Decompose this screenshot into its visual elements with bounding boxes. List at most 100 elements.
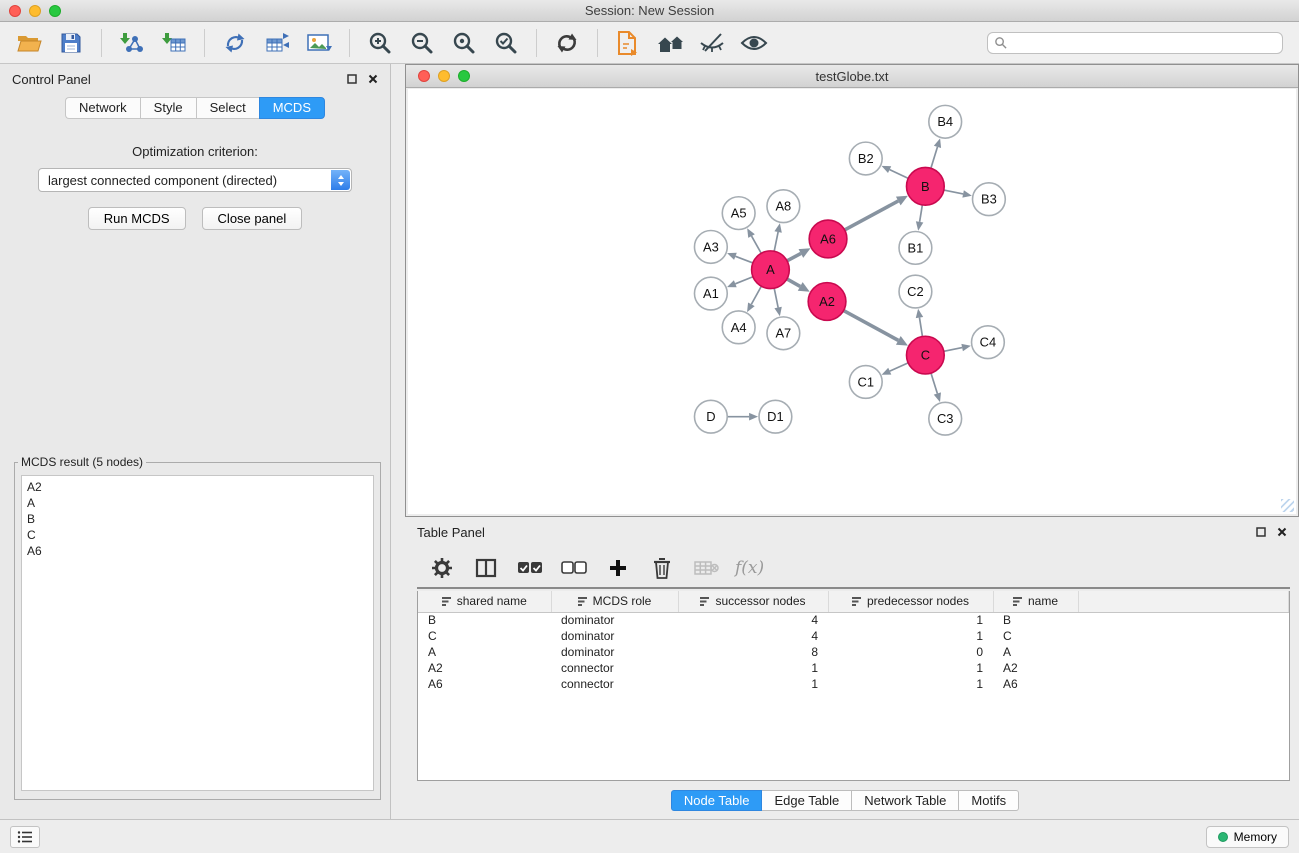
graph-node-label: C1 — [858, 374, 874, 389]
graph-edge-C-C4[interactable] — [944, 348, 962, 352]
table-row[interactable]: A6connector11A6 — [418, 676, 1289, 692]
tab-network-table[interactable]: Network Table — [852, 790, 959, 811]
search-input[interactable] — [1011, 36, 1276, 50]
home-button[interactable] — [649, 26, 691, 60]
zoom-out-button[interactable] — [401, 26, 443, 60]
graph-edge-A-A1[interactable] — [735, 277, 753, 284]
task-history-button[interactable] — [10, 826, 40, 848]
zoom-fit-button[interactable] — [485, 26, 527, 60]
column-header-MCDS-role[interactable]: MCDS role — [551, 591, 678, 612]
result-item[interactable]: C — [27, 527, 368, 543]
graph-edge-A-A2[interactable] — [787, 279, 800, 286]
mcds-result-list[interactable]: A2ABCA6 — [21, 475, 374, 791]
graph-edge-A-A4[interactable] — [751, 286, 761, 304]
function-builder-button[interactable]: f(x) — [735, 558, 764, 578]
save-session-button[interactable] — [50, 26, 92, 60]
tab-edge-table[interactable]: Edge Table — [762, 790, 852, 811]
criterion-value: largest connected component (directed) — [48, 173, 277, 188]
result-item[interactable]: A6 — [27, 543, 368, 559]
column-header-name[interactable]: name — [993, 591, 1078, 612]
tab-mcds[interactable]: MCDS — [259, 97, 325, 119]
export-network-file-button[interactable] — [607, 26, 649, 60]
tab-select[interactable]: Select — [196, 97, 259, 119]
graph-edge-B-B1[interactable] — [920, 205, 923, 222]
float-panel-icon[interactable] — [347, 74, 357, 84]
graph-edge-B-B4[interactable] — [931, 147, 938, 168]
table-row[interactable]: Bdominator41B — [418, 612, 1289, 628]
column-header-shared-name[interactable]: shared name — [418, 591, 551, 612]
result-item[interactable]: B — [27, 511, 368, 527]
network-canvas[interactable]: AA2A6BCA1A3A4A5A7A8B1B2B3B4C1C2C3C4DD1 — [408, 89, 1296, 514]
refresh-layout-button[interactable] — [546, 26, 588, 60]
table-row[interactable]: A2connector11A2 — [418, 660, 1289, 676]
resize-grip[interactable] — [1281, 499, 1294, 512]
graph-edge-A-A8[interactable] — [774, 232, 778, 251]
minimize-window-button[interactable] — [29, 5, 41, 17]
close-panel-icon[interactable] — [368, 74, 378, 84]
table-row[interactable]: Adominator80A — [418, 644, 1289, 660]
tab-style[interactable]: Style — [140, 97, 196, 119]
result-item[interactable]: A — [27, 495, 368, 511]
criterion-dropdown[interactable]: largest connected component (directed) — [38, 168, 352, 192]
tab-motifs[interactable]: Motifs — [959, 790, 1019, 811]
network-arrows-button[interactable] — [214, 26, 256, 60]
run-mcds-button[interactable]: Run MCDS — [88, 207, 186, 230]
memory-button[interactable]: Memory — [1206, 826, 1289, 848]
search-box[interactable] — [987, 32, 1283, 54]
table-row[interactable]: Cdominator41C — [418, 628, 1289, 644]
show-columns-button[interactable] — [471, 553, 501, 583]
graph-edge-C-C1[interactable] — [890, 363, 908, 371]
column-header-successor-nodes[interactable]: successor nodes — [678, 591, 828, 612]
graph-edge-A2-C[interactable] — [844, 311, 899, 341]
tab-network[interactable]: Network — [65, 97, 140, 119]
graph-node-label: A2 — [819, 294, 835, 309]
grid-disabled-button — [691, 553, 721, 583]
hide-panels-button[interactable] — [691, 26, 733, 60]
graph-edge-A-A3[interactable] — [735, 256, 752, 263]
graph-edge-C-C2[interactable] — [919, 318, 922, 337]
close-table-panel-icon[interactable] — [1277, 527, 1287, 537]
deselect-all-button[interactable] — [559, 553, 589, 583]
table-panel-header: Table Panel — [391, 517, 1299, 547]
select-all-button[interactable] — [515, 553, 545, 583]
network-window-controls — [418, 70, 470, 82]
close-window-button[interactable] — [9, 5, 21, 17]
tab-node-table[interactable]: Node Table — [671, 790, 763, 811]
import-table-button[interactable] — [153, 26, 195, 60]
zoom-window-button[interactable] — [49, 5, 61, 17]
table-arrows-button[interactable] — [256, 26, 298, 60]
graph-edge-A6-B[interactable] — [845, 201, 899, 230]
mcds-result-group: MCDS result (5 nodes) A2ABCA6 — [14, 455, 381, 800]
import-network-icon — [119, 31, 145, 55]
add-row-button[interactable] — [603, 553, 633, 583]
result-item[interactable]: A2 — [27, 479, 368, 495]
graph-node-label: C3 — [937, 411, 953, 426]
network-close-button[interactable] — [418, 70, 430, 82]
graph-edge-A-A5[interactable] — [752, 236, 762, 253]
zoom-in-button[interactable] — [359, 26, 401, 60]
table-settings-button[interactable] — [427, 553, 457, 583]
graph-edge-C-C3[interactable] — [931, 373, 937, 393]
graph-edge-A-A6[interactable] — [787, 253, 801, 260]
network-minimize-button[interactable] — [438, 70, 450, 82]
home-icon — [656, 32, 684, 54]
control-panel-tabs: NetworkStyleSelectMCDS — [0, 97, 390, 119]
network-graph[interactable]: AA2A6BCA1A3A4A5A7A8B1B2B3B4C1C2C3C4DD1 — [408, 89, 1296, 514]
network-zoom-button[interactable] — [458, 70, 470, 82]
open-session-button[interactable] — [8, 26, 50, 60]
graph-edge-A-A7[interactable] — [774, 288, 778, 307]
dropdown-stepper-icon — [331, 170, 350, 190]
graph-node-label: B1 — [908, 240, 924, 255]
export-image-button[interactable] — [298, 26, 340, 60]
delete-row-button[interactable] — [647, 553, 677, 583]
close-panel-button[interactable]: Close panel — [202, 207, 303, 230]
graph-edge-B-B3[interactable] — [944, 190, 963, 194]
graph-edge-B-B2[interactable] — [890, 170, 909, 179]
import-network-button[interactable] — [111, 26, 153, 60]
network-window-titlebar: testGlobe.txt — [406, 65, 1298, 88]
float-table-panel-icon[interactable] — [1256, 527, 1266, 537]
column-header-filler — [1078, 591, 1289, 612]
column-header-predecessor-nodes[interactable]: predecessor nodes — [828, 591, 993, 612]
zoom-selected-button[interactable] — [443, 26, 485, 60]
show-panels-button[interactable] — [733, 26, 775, 60]
